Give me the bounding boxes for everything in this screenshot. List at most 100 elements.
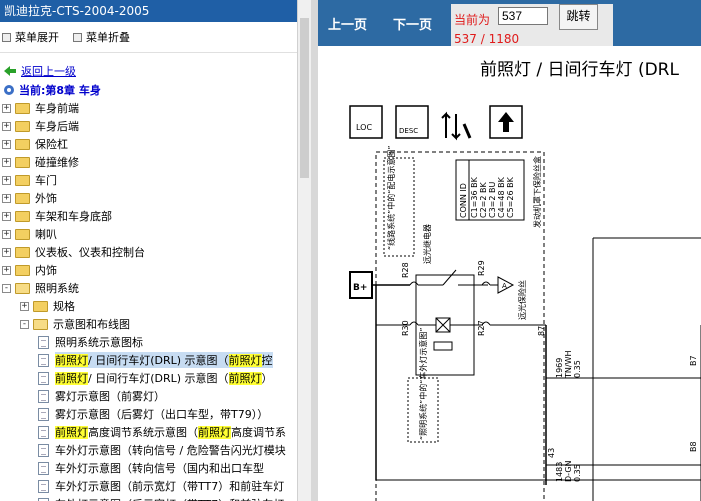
document-icon bbox=[38, 443, 49, 457]
tree-item-label: 规格 bbox=[53, 300, 75, 313]
tree-doc-item[interactable]: 车外灯示意图（转向信号 / 危险警告闪光灯模块 bbox=[38, 441, 286, 459]
collapse-icon bbox=[73, 32, 82, 42]
expand-node-icon[interactable]: + bbox=[2, 247, 11, 257]
tree-folder-item[interactable]: + 仪表板、仪表和控制台 bbox=[2, 243, 145, 261]
tree-item-label: 照明系统 bbox=[35, 282, 79, 295]
expand-node-icon[interactable]: + bbox=[2, 229, 11, 239]
tree-item-label: 前照灯/ 日间行车灯(DRL) 示意图（前照灯） bbox=[55, 372, 273, 385]
expand-node-icon[interactable]: + bbox=[2, 211, 11, 221]
expand-node-icon[interactable]: + bbox=[2, 265, 11, 275]
expand-node-icon[interactable]: + bbox=[2, 139, 11, 149]
expand-node-icon[interactable]: + bbox=[2, 175, 11, 185]
tree-doc-item[interactable]: 前照灯/ 日间行车灯(DRL) 示意图（前照灯） bbox=[38, 369, 273, 387]
pin-r29: R29 bbox=[477, 260, 486, 276]
back-link[interactable]: 返回上一级 bbox=[3, 63, 76, 79]
tree-folder-item[interactable]: + 车门 bbox=[2, 171, 57, 189]
folder-icon bbox=[33, 300, 48, 312]
expand-node-icon[interactable]: + bbox=[2, 121, 11, 131]
desc-letters: DESC bbox=[399, 127, 418, 135]
tree-item-label: 内饰 bbox=[35, 264, 57, 277]
expand-menu-button[interactable]: 菜单展开 bbox=[2, 29, 59, 45]
folder-icon bbox=[15, 174, 30, 186]
tree-item-label: 车架和车身底部 bbox=[35, 210, 112, 223]
folder-icon bbox=[15, 156, 30, 168]
tree-doc-item[interactable]: 雾灯示意图（后雾灯（出口车型，带T79）） bbox=[38, 405, 268, 423]
desc-icon: DESC bbox=[395, 105, 429, 139]
go-button[interactable]: 跳转 bbox=[559, 4, 598, 30]
pin-b8: B8 bbox=[689, 441, 698, 452]
wire1-color: TN/WH bbox=[564, 351, 573, 380]
document-icon bbox=[38, 353, 49, 367]
current-page-label: 当前为 bbox=[454, 13, 491, 27]
panel-splitter[interactable] bbox=[311, 0, 318, 501]
tree-doc-item[interactable]: 车外灯示意图（转向信号（国内和出口车型 bbox=[38, 459, 264, 477]
tree-scrollbar[interactable] bbox=[297, 0, 312, 501]
next-page-button[interactable]: 下一页 bbox=[393, 14, 432, 33]
folder-icon bbox=[15, 138, 30, 150]
pin-r30: R30 bbox=[401, 320, 410, 336]
tree-doc-item[interactable]: 照明系统示意图标 bbox=[38, 333, 143, 351]
pin-43: 43 bbox=[547, 448, 556, 458]
document-icon bbox=[38, 479, 49, 493]
page-count: 537 / 1180 bbox=[454, 32, 520, 46]
back-link-label: 返回上一级 bbox=[21, 65, 76, 78]
note-power-distribution: “线路系统”中的“配电示意图” bbox=[386, 145, 396, 250]
expand-node-icon[interactable]: + bbox=[20, 301, 29, 311]
tree-folder-item[interactable]: + 保险杠 bbox=[2, 135, 68, 153]
conn-row-4: C4=48 BK bbox=[497, 176, 506, 218]
document-icon bbox=[38, 461, 49, 475]
tree-doc-item[interactable]: 雾灯示意图（前雾灯） bbox=[38, 387, 165, 405]
conn-row-5: C5=26 BK bbox=[506, 176, 515, 218]
tree-toolbar: 菜单展开 菜单折叠 bbox=[0, 22, 297, 53]
tree-folder-item[interactable]: + 车身前端 bbox=[2, 99, 79, 117]
tree-item-label: 保险杠 bbox=[35, 138, 68, 151]
expand-node-icon[interactable]: + bbox=[2, 193, 11, 203]
document-viewer: 上一页 下一页 当前为 跳转 537 / 1180 前照灯 / 日间行车灯 (D… bbox=[318, 0, 701, 501]
wire1-size: 0.35 bbox=[573, 360, 582, 378]
tree-doc-item[interactable]: 车外灯示意图（后示宽灯（带TT7）和前驻车灯 bbox=[38, 495, 284, 501]
collapse-menu-button[interactable]: 菜单折叠 bbox=[73, 29, 130, 45]
scrollbar-thumb[interactable] bbox=[300, 18, 309, 178]
tree-folder-item[interactable]: + 车架和车身底部 bbox=[2, 207, 112, 225]
expand-node-icon[interactable]: + bbox=[2, 157, 11, 167]
tree-item-label: 喇叭 bbox=[35, 228, 57, 241]
collapse-node-icon[interactable]: - bbox=[2, 283, 11, 293]
expand-label: 菜单展开 bbox=[15, 31, 59, 44]
tree-doc-item[interactable]: 前照灯高度调节系统示意图（前照灯高度调节系 bbox=[38, 423, 286, 441]
collapse-label: 菜单折叠 bbox=[86, 31, 130, 44]
pin-b7: B7 bbox=[689, 355, 698, 366]
wire2-color: D-GN bbox=[564, 460, 573, 482]
expand-node-icon[interactable]: + bbox=[2, 103, 11, 113]
fuse-label: 远光保险丝 bbox=[517, 280, 527, 320]
tree-folder-item[interactable]: + 内饰 bbox=[2, 261, 57, 279]
viewer-toolbar: 上一页 下一页 当前为 跳转 537 / 1180 bbox=[318, 0, 701, 46]
collapse-node-icon[interactable]: - bbox=[20, 319, 29, 329]
folder-icon bbox=[15, 246, 30, 258]
document-icon bbox=[38, 389, 49, 403]
tree-doc-item[interactable]: 前照灯/ 日间行车灯(DRL) 示意图（前照灯控 bbox=[38, 351, 273, 369]
note-exterior-lamps: “照明系统”中的“车外灯示意图” bbox=[418, 327, 428, 440]
page-number-input[interactable] bbox=[498, 7, 548, 25]
folder-icon bbox=[15, 228, 30, 240]
tree-item-label: 仪表板、仪表和控制台 bbox=[35, 246, 145, 259]
tree-folder-item[interactable]: - 照明系统 bbox=[2, 279, 79, 297]
svg-text:A: A bbox=[502, 282, 507, 290]
tree-folder-item[interactable]: + 车身后端 bbox=[2, 117, 79, 135]
document-icon bbox=[38, 371, 49, 385]
pin-87: 87 bbox=[537, 326, 546, 336]
tree-folder-item[interactable]: - 示意图和布线图 bbox=[20, 315, 130, 333]
tree-folder-item[interactable]: + 喇叭 bbox=[2, 225, 57, 243]
tree-folder-item[interactable]: + 规格 bbox=[20, 297, 75, 315]
conn-row-3: C3=2 BU bbox=[488, 182, 497, 219]
tree-item-label: 前照灯高度调节系统示意图（前照灯高度调节系 bbox=[55, 426, 286, 439]
expand-icon bbox=[2, 32, 11, 42]
tree-folder-item[interactable]: + 外饰 bbox=[2, 189, 57, 207]
back-arrow-icon bbox=[4, 66, 16, 76]
tree-item-label: 车身前端 bbox=[35, 102, 79, 115]
tree-folder-item[interactable]: + 碰撞维修 bbox=[2, 153, 79, 171]
conn-row-1: C1=36 BK bbox=[470, 176, 479, 218]
page-jump-box: 当前为 跳转 537 / 1180 bbox=[451, 4, 613, 46]
tree-doc-item[interactable]: 车外灯示意图（前示宽灯（带TT7）和前驻车灯 bbox=[38, 477, 284, 495]
wiring-diagram: LOC DESC CONN ID C1=36 BK C2=2 BK C3=2 B… bbox=[349, 105, 701, 501]
prev-page-button[interactable]: 上一页 bbox=[328, 14, 367, 33]
